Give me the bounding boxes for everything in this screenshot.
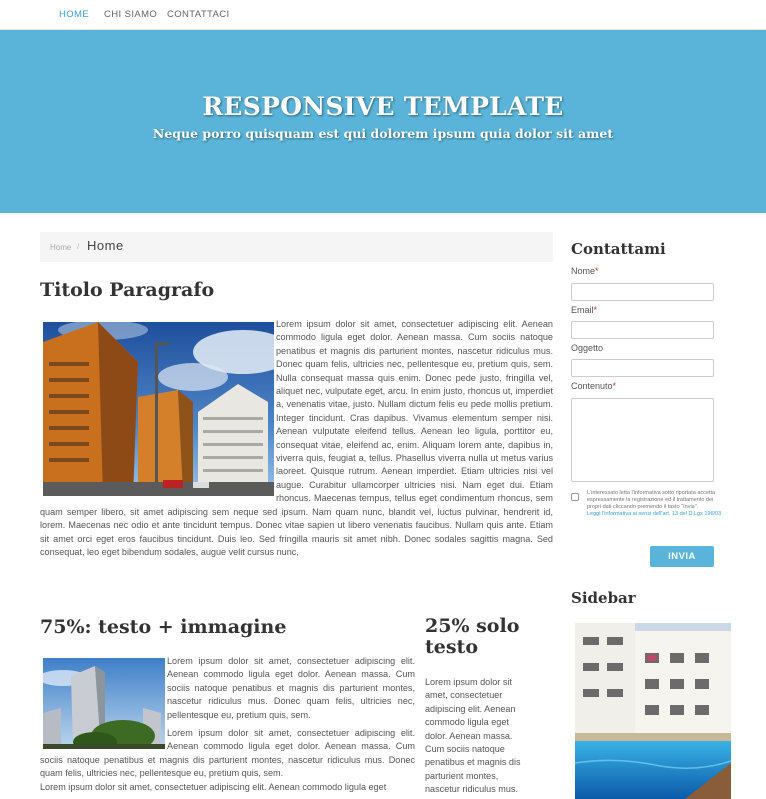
subject-label: Oggetto [571, 343, 604, 353]
breadcrumb-separator: / [77, 242, 80, 251]
email-label: Email* [571, 305, 598, 315]
subject-field[interactable] [571, 359, 714, 377]
name-field[interactable] [571, 283, 714, 301]
paragraph-25: Lorem ipsum dolor sit amet, consectetuer… [425, 677, 521, 795]
hero-banner: RESPONSIVE TEMPLATE Neque porro quisquam… [0, 30, 766, 213]
hotel-pool-image [575, 623, 731, 799]
name-label: Nome* [571, 266, 599, 276]
paragraph-75: Lorem ipsum dolor sit amet, consectetuer… [40, 656, 415, 792]
hero-title: RESPONSIVE TEMPLATE [202, 92, 564, 121]
breadcrumb-home-link[interactable]: Home [50, 243, 71, 252]
section-title: Titolo Paragrafo [40, 279, 215, 301]
sidebar-title: Sidebar [571, 589, 636, 607]
section-title-75: 75%: testo + immagine [40, 616, 287, 638]
content-textarea[interactable] [571, 398, 714, 482]
contact-title: Contattami [571, 240, 666, 258]
nav-link-contattaci[interactable]: CONTATTACI [167, 9, 230, 20]
top-navbar: HOME CHI SIAMO CONTATTACI [0, 0, 766, 30]
nav-link-home[interactable]: HOME [59, 9, 89, 20]
breadcrumb-current: Home [87, 238, 124, 253]
submit-button[interactable]: INVIA [650, 546, 714, 567]
nav-link-chi-siamo[interactable]: CHI SIAMO [104, 9, 157, 20]
privacy-checkbox[interactable] [571, 493, 579, 501]
email-field[interactable] [571, 321, 714, 339]
hero-subtitle: Neque porro quisquam est qui dolorem ips… [152, 126, 614, 141]
breadcrumb: Home / Home [40, 232, 553, 262]
section-title-25: 25% solo testo [425, 615, 520, 658]
content-label: Contenuto* [571, 381, 617, 391]
privacy-notice: L'interessato letta l'informativa sotto … [587, 490, 722, 518]
paragraph-text: Lorem ipsum dolor sit amet, consectetuer… [40, 319, 553, 557]
privacy-link[interactable]: Leggi l'informativa ai sensi dell'art. 1… [587, 511, 722, 518]
